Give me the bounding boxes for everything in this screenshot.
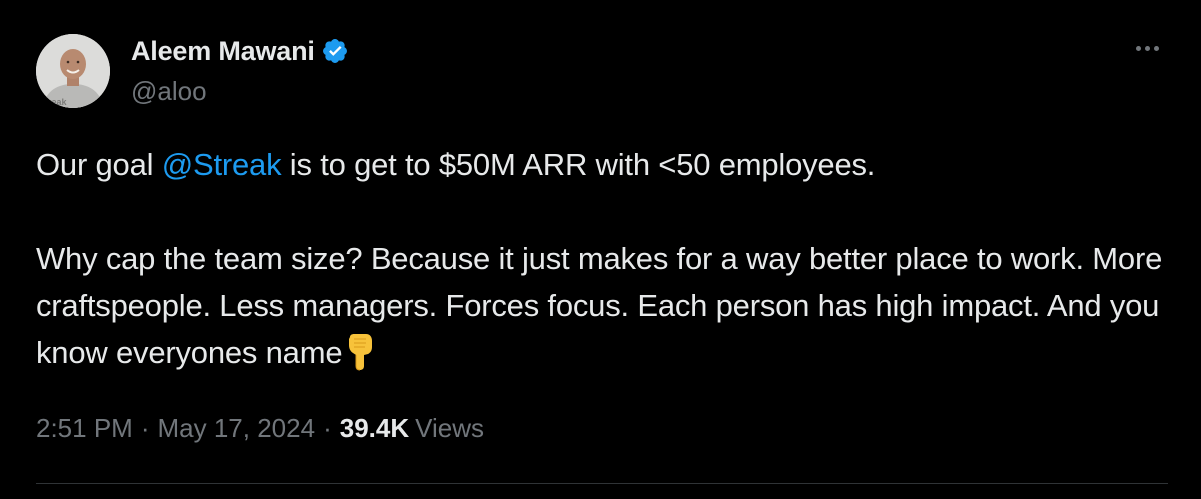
more-dots-icon[interactable] (1127, 36, 1167, 60)
meta-separator: · (323, 413, 332, 443)
name-row: Aleem Mawani (131, 32, 349, 70)
avatar[interactable]: streak (36, 34, 110, 108)
views-count: 39.4K (339, 413, 410, 443)
tweet-text: Our goal @Streak is to get to $50M ARR w… (36, 141, 1166, 376)
tweet-paragraph-2: Why cap the team size? Because it just m… (36, 235, 1166, 376)
handle[interactable]: @aloo (131, 76, 207, 107)
tweet-time[interactable]: 2:51 PM (36, 413, 133, 444)
views-label: Views (415, 413, 485, 443)
mention-link[interactable]: @Streak (162, 147, 282, 182)
meta-separator: · (140, 413, 150, 443)
verified-badge-icon (321, 37, 349, 65)
point-down-emoji-icon (344, 333, 376, 371)
text-segment: Why cap the team size? Because it just m… (36, 241, 1163, 370)
text-segment: is to get to $50M ARR with <50 employees… (281, 147, 876, 182)
display-name[interactable]: Aleem Mawani (131, 36, 315, 67)
tweet-card: streak Aleem Mawani @aloo Our goal @Stre… (0, 0, 1201, 499)
divider (36, 483, 1168, 484)
tweet-meta: 2:51 PM · May 17, 2024 · 39.4K Views (36, 413, 484, 444)
tweet-date[interactable]: May 17, 2024 (158, 413, 316, 444)
text-segment: Our goal (36, 147, 162, 182)
svg-text:streak: streak (40, 97, 68, 107)
tweet-paragraph-1: Our goal @Streak is to get to $50M ARR w… (36, 141, 1166, 188)
